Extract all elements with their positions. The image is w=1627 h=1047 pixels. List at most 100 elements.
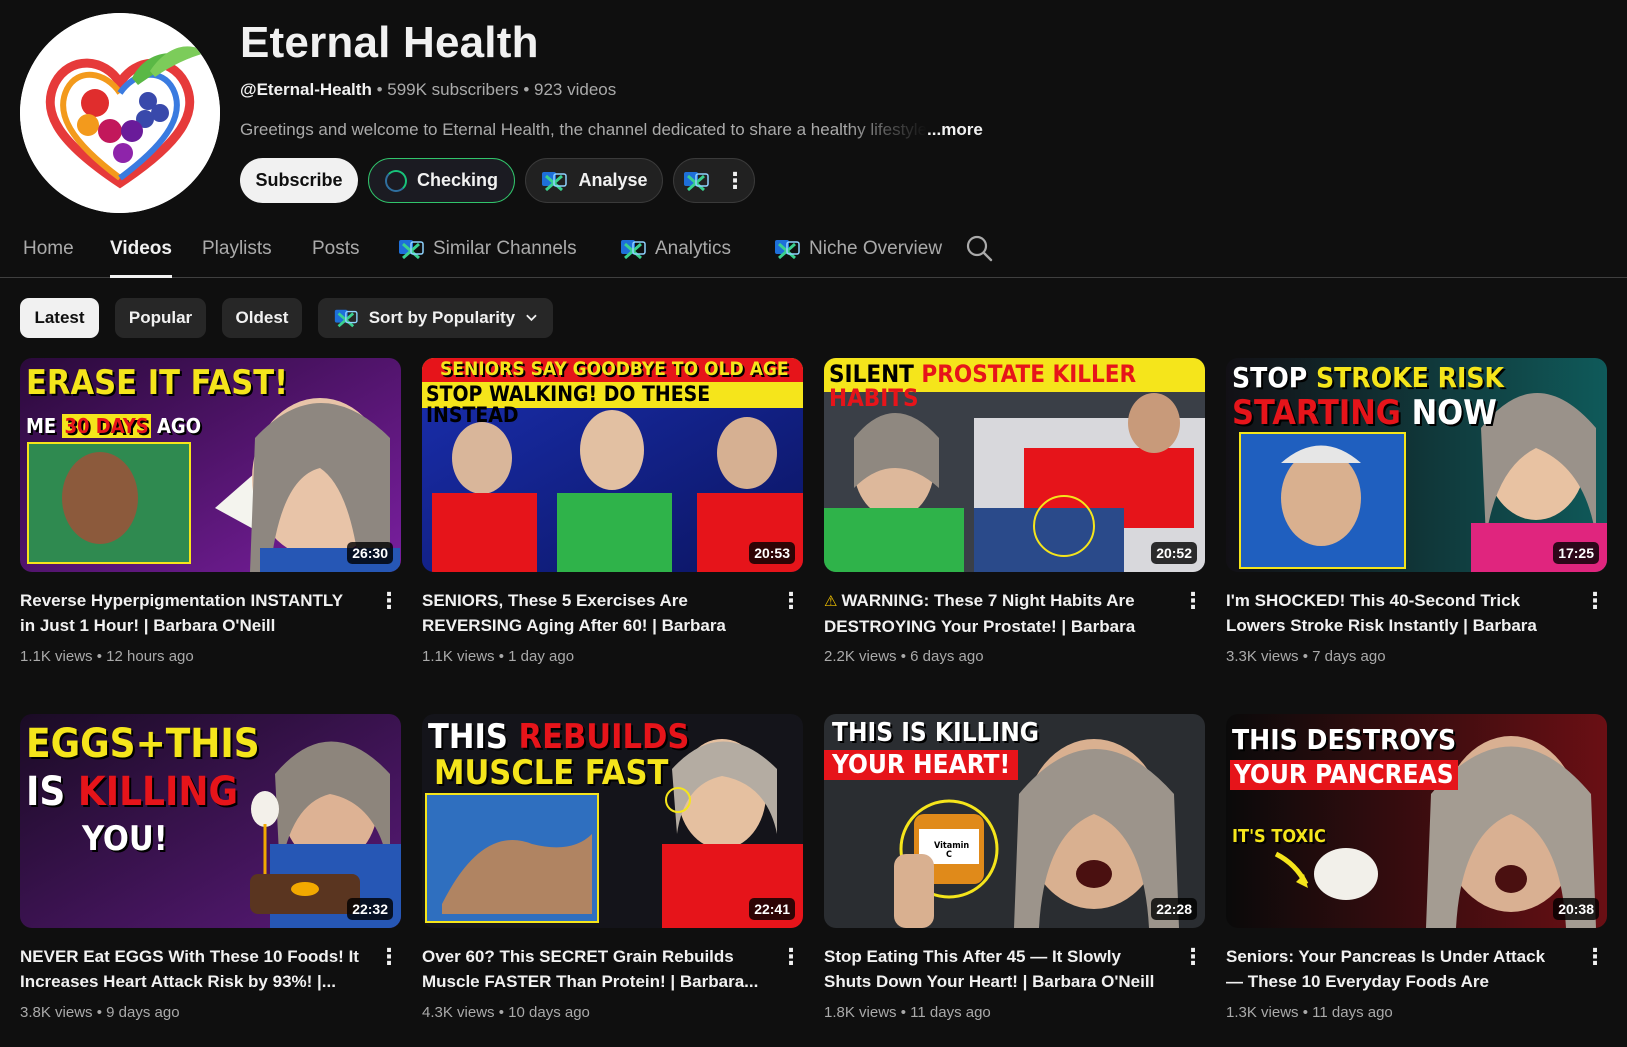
video-duration: 20:38 bbox=[1553, 898, 1599, 920]
video-card: SILENT PROSTATE KILLER HABITS 20:52 ⚠ WAR… bbox=[824, 358, 1205, 678]
nexlev-logo-icon bbox=[542, 171, 568, 191]
view-count: 1.1K views bbox=[422, 648, 495, 665]
video-meta: 1.8K views • 11 days ago bbox=[824, 1004, 991, 1021]
meta-separator: • bbox=[900, 1004, 906, 1021]
heart-fruit-logo-icon bbox=[20, 13, 220, 213]
video-card: STOP STROKE RISK STARTING NOW 17:25 I'm … bbox=[1226, 358, 1607, 678]
nexlev-logo-icon bbox=[399, 240, 424, 260]
analyse-label: Analyse bbox=[578, 170, 648, 190]
upload-age: 6 days ago bbox=[910, 648, 984, 665]
video-card: THIS REBUILDS MUSCLE FAST 22:41 Over 60?… bbox=[422, 714, 803, 1034]
channel-avatar[interactable] bbox=[20, 13, 220, 213]
upload-age: 11 days ago bbox=[910, 1004, 991, 1021]
video-meta: 1.1K views • 1 day ago bbox=[422, 648, 574, 665]
more-vert-icon[interactable]: ⋮ bbox=[377, 590, 401, 618]
thumb-headline: ERASE IT FAST! bbox=[26, 363, 289, 403]
video-duration: 20:53 bbox=[749, 542, 795, 564]
tab-home[interactable]: Home bbox=[23, 232, 74, 278]
channel-tabs: Home Videos Playlists Posts Similar Chan… bbox=[0, 222, 1627, 278]
video-thumbnail[interactable]: THIS IS KILLING YOUR HEART! Vitamin C 22… bbox=[824, 714, 1205, 928]
video-thumbnail[interactable]: STOP STROKE RISK STARTING NOW 17:25 bbox=[1226, 358, 1607, 572]
chip-oldest[interactable]: Oldest bbox=[222, 298, 302, 338]
view-count: 3.3K views bbox=[1226, 648, 1299, 665]
upload-age: 1 day ago bbox=[508, 648, 575, 665]
subscriber-count: 599K subscribers bbox=[387, 80, 519, 99]
more-vert-icon[interactable]: ⋮ bbox=[1181, 946, 1205, 974]
view-count: 1.1K views bbox=[20, 648, 93, 665]
view-count: 4.3K views bbox=[422, 1004, 495, 1021]
channel-description[interactable]: Greetings and welcome to Eternal Health,… bbox=[240, 120, 983, 140]
chip-latest[interactable]: Latest bbox=[20, 298, 99, 338]
description-more-link[interactable]: ...more bbox=[927, 120, 983, 139]
tab-analytics[interactable]: Analytics bbox=[619, 232, 731, 278]
analyse-button[interactable]: Analyse bbox=[525, 158, 663, 203]
channel-actions: Subscribe Checking Analyse ⋮ bbox=[240, 158, 755, 203]
upload-age: 7 days ago bbox=[1312, 648, 1386, 665]
video-thumbnail[interactable]: ERASE IT FAST! ME 30 DAYS AGO 26:30 bbox=[20, 358, 401, 572]
meta-separator: • bbox=[498, 1004, 504, 1021]
chevron-down-icon bbox=[526, 314, 537, 322]
sort-by-popularity-dropdown[interactable]: Sort by Popularity bbox=[318, 298, 553, 338]
search-icon[interactable] bbox=[965, 234, 993, 262]
meta-separator: • bbox=[1302, 1004, 1308, 1021]
tab-videos[interactable]: Videos bbox=[110, 232, 172, 278]
video-title[interactable]: SENIORS, These 5 Exercises Are REVERSING… bbox=[422, 588, 762, 638]
upload-age: 12 hours ago bbox=[106, 648, 194, 665]
checking-button[interactable]: Checking bbox=[368, 158, 515, 203]
tab-niche-overview[interactable]: Niche Overview bbox=[773, 232, 942, 278]
channel-page: Eternal Health @Eternal-Health • 599K su… bbox=[0, 0, 1627, 1047]
tab-similar-channels[interactable]: Similar Channels bbox=[397, 232, 577, 278]
video-title[interactable]: I'm SHOCKED! This 40-Second Trick Lowers… bbox=[1226, 588, 1566, 638]
meta-separator: • bbox=[96, 648, 102, 665]
video-thumbnail[interactable]: EGGS+THIS IS KILLING YOU! 22:32 bbox=[20, 714, 401, 928]
checking-label: Checking bbox=[416, 170, 499, 190]
video-title[interactable]: Stop Eating This After 45 — It Slowly Sh… bbox=[824, 944, 1164, 994]
meta-separator: • bbox=[96, 1004, 102, 1021]
video-duration: 17:25 bbox=[1553, 542, 1599, 564]
nexlev-logo-icon bbox=[684, 171, 709, 191]
tab-label: Videos bbox=[110, 238, 172, 259]
chip-popular[interactable]: Popular bbox=[115, 298, 206, 338]
video-title[interactable]: NEVER Eat EGGS With These 10 Foods! It I… bbox=[20, 944, 360, 994]
more-vert-icon[interactable]: ⋮ bbox=[779, 590, 803, 618]
tab-label: Home bbox=[23, 238, 74, 259]
more-vert-icon[interactable]: ⋮ bbox=[1583, 590, 1607, 618]
video-meta: 4.3K views • 10 days ago bbox=[422, 1004, 590, 1021]
tab-playlists[interactable]: Playlists bbox=[202, 232, 272, 278]
more-vert-icon[interactable]: ⋮ bbox=[377, 946, 401, 974]
thumb-headline: THIS IS KILLING bbox=[832, 718, 1039, 748]
video-duration: 20:52 bbox=[1151, 542, 1197, 564]
loading-spinner-icon bbox=[384, 169, 407, 192]
video-title-text: WARNING: These 7 Night Habits Are DESTRO… bbox=[824, 591, 1136, 636]
thumb-subline: YOUR HEART! bbox=[824, 750, 1019, 780]
video-title[interactable]: Reverse Hyperpigmentation INSTANTLY in J… bbox=[20, 588, 360, 638]
tab-posts[interactable]: Posts bbox=[312, 232, 360, 278]
description-text: Greetings and welcome to Eternal Health,… bbox=[240, 120, 928, 139]
view-count: 2.2K views bbox=[824, 648, 897, 665]
thumb-subline: MUSCLE FAST bbox=[434, 753, 669, 793]
sort-chips: Latest Popular Oldest Sort by Popularity bbox=[20, 298, 553, 338]
video-title[interactable]: Seniors: Your Pancreas Is Under Attack —… bbox=[1226, 944, 1566, 994]
video-meta: 2.2K views • 6 days ago bbox=[824, 648, 984, 665]
thumb-headline: THIS REBUILDS bbox=[428, 717, 690, 757]
thumb-headline: EGGS+THIS bbox=[26, 721, 260, 767]
extension-more-button[interactable]: ⋮ bbox=[673, 158, 755, 203]
video-thumbnail[interactable]: SENIORS SAY GOODBYE TO OLD AGE STOP WALK… bbox=[422, 358, 803, 572]
more-vert-icon[interactable]: ⋮ bbox=[1181, 590, 1205, 618]
upload-age: 10 days ago bbox=[508, 1004, 590, 1021]
more-vert-icon: ⋮ bbox=[724, 167, 746, 193]
channel-header: Eternal Health @Eternal-Health • 599K su… bbox=[0, 0, 1627, 215]
video-title[interactable]: Over 60? This SECRET Grain Rebuilds Musc… bbox=[422, 944, 762, 994]
video-thumbnail[interactable]: SILENT PROSTATE KILLER HABITS 20:52 bbox=[824, 358, 1205, 572]
tab-label: Similar Channels bbox=[433, 238, 577, 259]
video-thumbnail[interactable]: THIS REBUILDS MUSCLE FAST 22:41 bbox=[422, 714, 803, 928]
subscribe-button[interactable]: Subscribe bbox=[240, 158, 358, 203]
video-thumbnail[interactable]: THIS DESTROYS YOUR PANCREAS IT'S TOXIC 2… bbox=[1226, 714, 1607, 928]
thumb-subline: IS KILLING bbox=[26, 769, 238, 815]
upload-age: 11 days ago bbox=[1312, 1004, 1393, 1021]
video-title[interactable]: ⚠ WARNING: These 7 Night Habits Are DESTR… bbox=[824, 588, 1164, 638]
more-vert-icon[interactable]: ⋮ bbox=[1583, 946, 1607, 974]
more-vert-icon[interactable]: ⋮ bbox=[779, 946, 803, 974]
thumb-subline: YOUR PANCREAS bbox=[1230, 760, 1458, 790]
thumb-headline: STOP STROKE RISK bbox=[1232, 361, 1505, 394]
